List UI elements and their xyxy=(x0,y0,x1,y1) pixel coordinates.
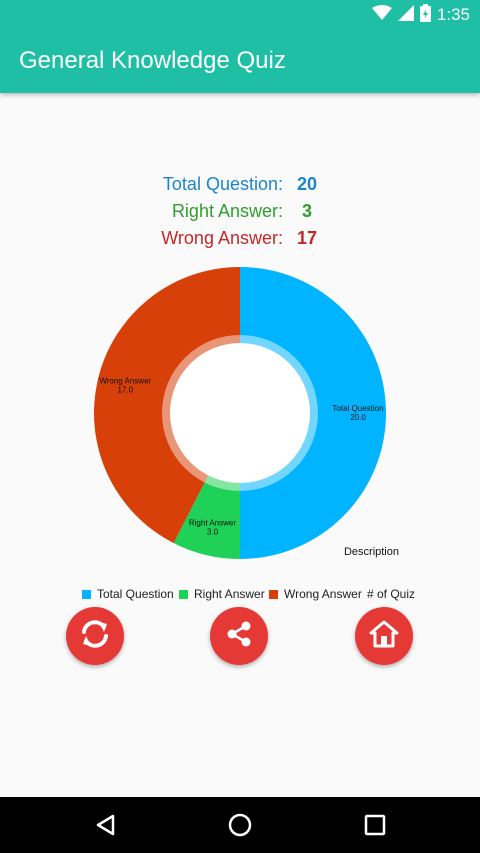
legend-label-wrong: Wrong Answer xyxy=(284,587,362,601)
share-button[interactable] xyxy=(210,607,268,665)
recents-icon[interactable] xyxy=(361,811,389,839)
stat-right-value: 3 xyxy=(301,201,312,221)
app-bar: General Knowledge Quiz xyxy=(0,30,480,93)
legend-item-wrong: Wrong Answer xyxy=(269,587,362,601)
legend-swatch-wrong xyxy=(269,589,278,599)
legend-item-quiz: # of Quiz xyxy=(367,587,415,601)
donut-chart: Total Question 20.0Right Answer 3.0Wrong A… xyxy=(94,267,399,559)
legend-label-total: Total Question xyxy=(97,587,174,601)
stat-right-label: Right Answer: xyxy=(171,201,283,221)
stat-total-label: Total Question: xyxy=(162,174,283,194)
legend-item-total: Total Question xyxy=(82,587,174,601)
stat-wrong: Wrong Answer: 17 xyxy=(0,228,480,254)
status-time: 1:35 xyxy=(436,5,470,24)
battery-icon xyxy=(419,3,431,27)
back-icon[interactable] xyxy=(91,811,119,839)
legend-label-quiz: # of Quiz xyxy=(367,587,416,601)
chart-description: Description xyxy=(344,546,399,558)
home-button[interactable] xyxy=(355,607,413,665)
wifi-icon xyxy=(371,4,392,26)
legend-swatch-right xyxy=(179,589,188,599)
legend-label-right: Right Answer xyxy=(194,587,265,601)
refresh-icon xyxy=(75,614,115,659)
stat-wrong-value: 17 xyxy=(296,228,318,248)
donut-hole xyxy=(170,343,310,483)
share-icon xyxy=(224,619,254,654)
stat-wrong-label: Wrong Answer: xyxy=(161,228,283,248)
legend-swatch-total xyxy=(82,589,91,599)
chart-legend: Total Question Right Answer Wrong Answer… xyxy=(0,586,480,604)
navigation-bar xyxy=(0,797,480,853)
retry-button[interactable] xyxy=(66,607,124,665)
home-icon xyxy=(368,618,400,655)
app-title: General Knowledge Quiz xyxy=(19,47,286,74)
legend-item-right: Right Answer xyxy=(179,587,265,601)
home-circle-icon[interactable] xyxy=(226,811,254,839)
result-chart: Total Question 20.0 Right Answer 3.0 Wrong A… xyxy=(0,260,480,570)
signal-icon xyxy=(397,4,414,26)
stat-total: Total Question: 20 xyxy=(0,174,480,200)
status-bar: 1:35 xyxy=(0,0,480,30)
stat-right: Right Answer: 3 xyxy=(0,201,480,227)
stat-total-value: 20 xyxy=(296,174,318,194)
